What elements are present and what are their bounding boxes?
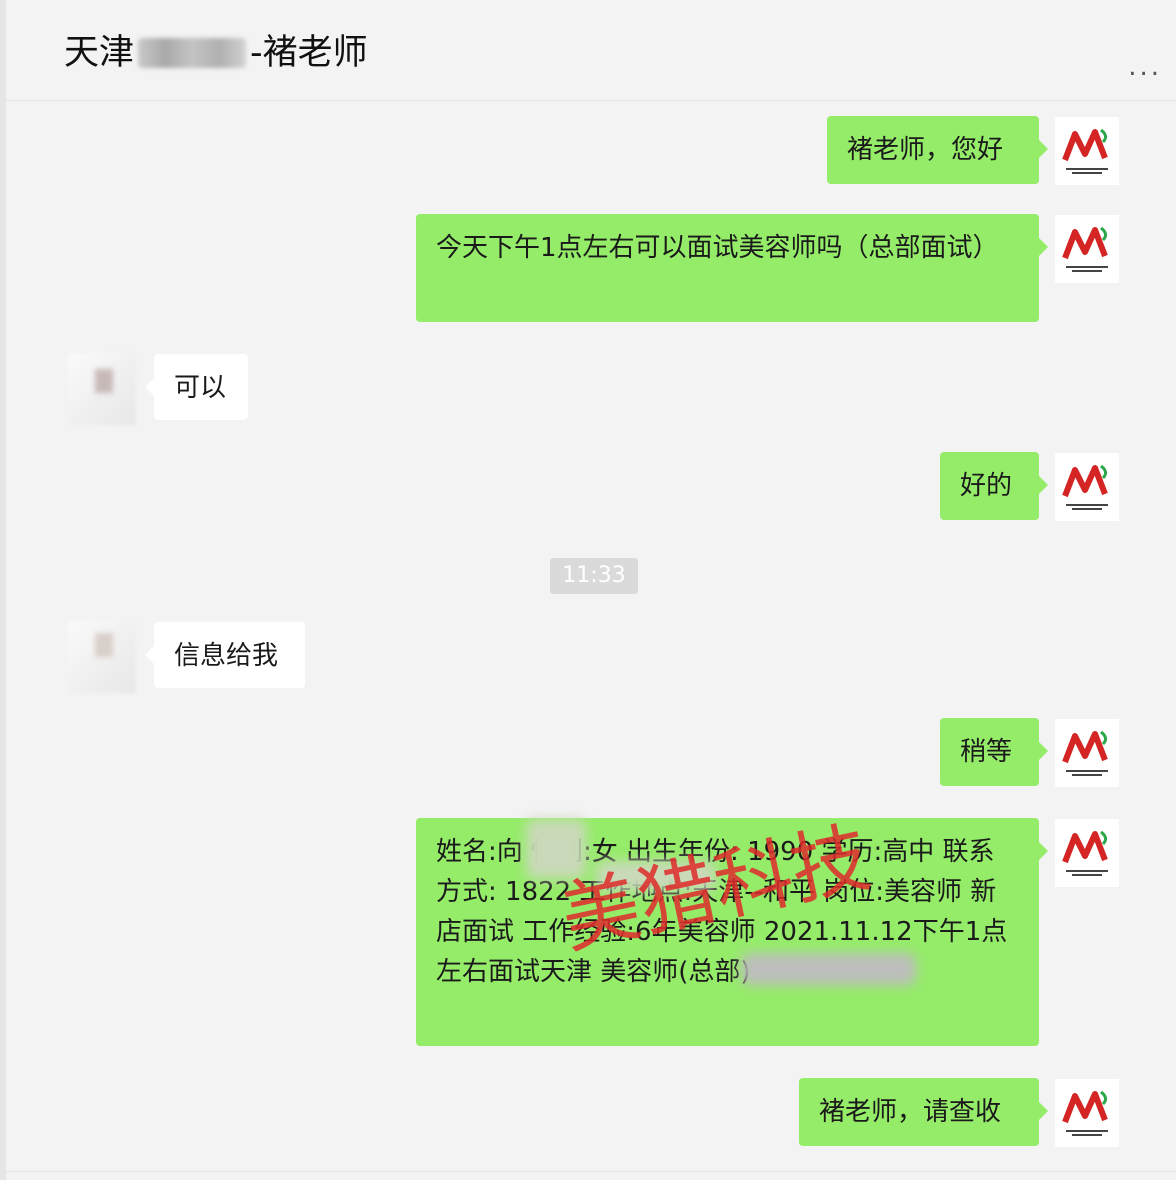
meilie-logo-icon[interactable]	[1055, 215, 1119, 283]
message-bubble-outgoing[interactable]: 褚老师，请查收	[799, 1078, 1048, 1146]
contact-avatar[interactable]	[68, 353, 136, 425]
message-bubble-outgoing[interactable]: 褚老师，您好	[827, 116, 1048, 184]
chat-header: 天津 -褚老师 ...	[6, 0, 1176, 101]
message-bubble-outgoing[interactable]: 好的	[940, 452, 1048, 520]
meilie-logo-icon[interactable]	[1055, 453, 1119, 521]
meilie-logo-icon[interactable]	[1055, 719, 1119, 787]
message-list[interactable]: 褚老师，您好 今天下午1点左右可以面试美容师吗（总部面试） 可以 好的 11:3…	[6, 101, 1176, 1180]
meilie-logo-icon[interactable]	[1055, 1079, 1119, 1147]
message-timestamp: 11:33	[550, 558, 638, 594]
redaction-blur	[596, 861, 716, 891]
footer-divider	[6, 1171, 1176, 1172]
more-dots-icon[interactable]: ...	[1128, 52, 1162, 82]
message-bubble-incoming[interactable]: 可以	[145, 354, 248, 420]
chat-title-prefix: 天津	[64, 33, 135, 73]
chat-title-suffix: -褚老师	[250, 33, 368, 73]
chat-title: 天津 -褚老师	[64, 30, 368, 76]
message-bubble-outgoing[interactable]: 今天下午1点左右可以面试美容师吗（总部面试）	[416, 214, 1048, 322]
meilie-logo-icon[interactable]	[1055, 819, 1119, 887]
redacted-name	[138, 38, 247, 68]
meilie-logo-icon[interactable]	[1055, 117, 1119, 185]
message-bubble-incoming[interactable]: 信息给我	[145, 622, 305, 688]
redaction-blur	[741, 953, 916, 985]
message-bubble-outgoing[interactable]: 姓名:向 性别:女 出生年份: 1990 学历:高中 联系方式: 1822 工作…	[416, 818, 1048, 1046]
redaction-blur	[526, 819, 586, 879]
contact-avatar[interactable]	[68, 621, 136, 693]
message-bubble-outgoing[interactable]: 稍等	[940, 718, 1048, 786]
